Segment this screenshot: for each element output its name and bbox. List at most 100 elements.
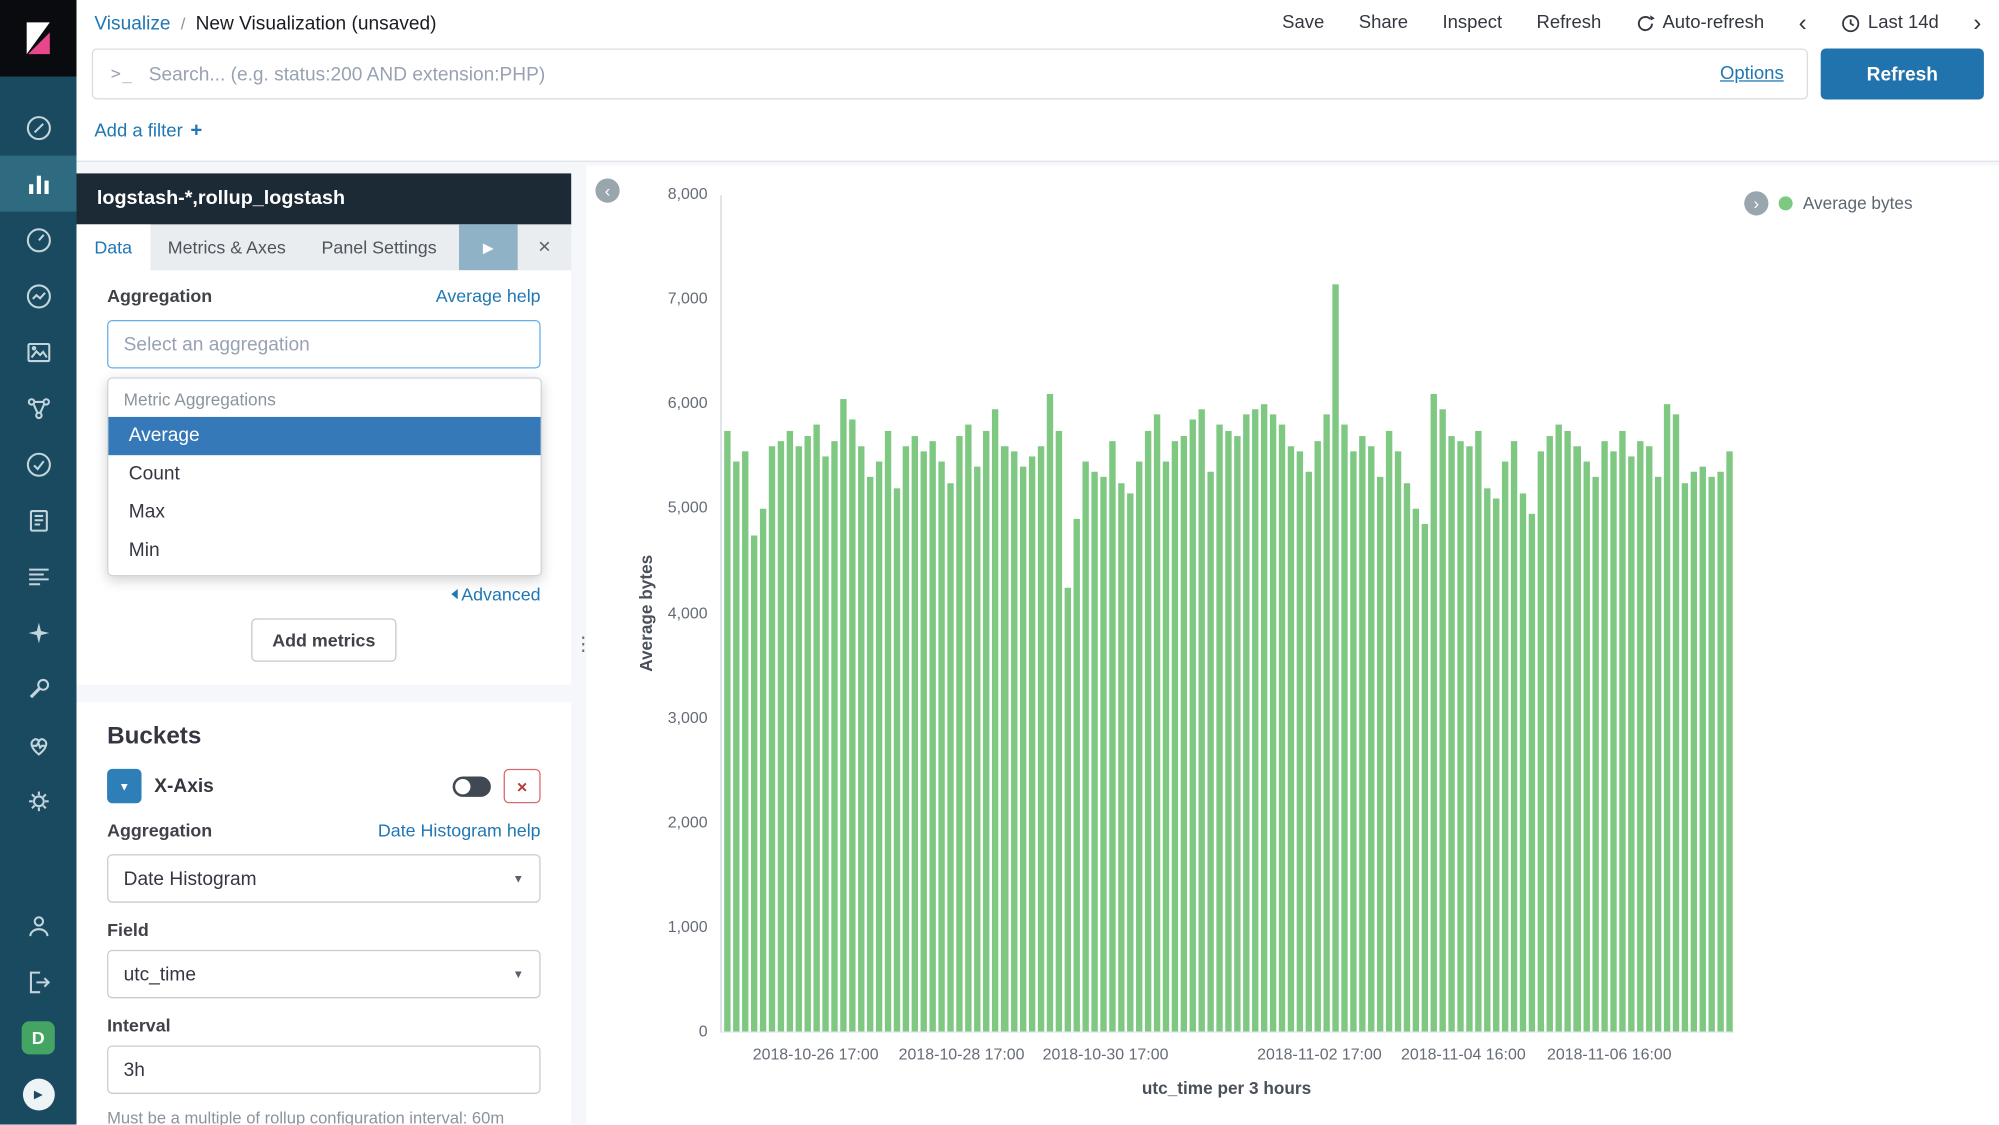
bar[interactable] [796,446,802,1031]
interval-input[interactable] [107,1046,540,1094]
bar[interactable] [1422,524,1428,1031]
bar[interactable] [1717,472,1723,1031]
bar[interactable] [1037,446,1043,1031]
bar[interactable] [1520,493,1526,1031]
bar[interactable] [1154,415,1160,1032]
breadcrumb-visualize-link[interactable]: Visualize [94,12,170,34]
tab-data[interactable]: Data [77,224,150,270]
sidebar-item-dev-tools[interactable] [0,660,77,716]
bar[interactable] [1592,477,1598,1031]
bar[interactable] [1171,441,1177,1032]
save-button[interactable]: Save [1282,13,1324,33]
bar[interactable] [1601,441,1607,1032]
bar[interactable] [1565,430,1571,1031]
kibana-logo[interactable] [0,0,77,77]
collapse-legend-button[interactable]: › [1744,191,1768,215]
refresh-query-button[interactable]: Refresh [1821,48,1984,99]
bar[interactable] [1485,488,1491,1032]
bar[interactable] [867,477,873,1031]
bar[interactable] [724,430,730,1031]
remove-bucket-button[interactable]: × [504,769,541,803]
bar[interactable] [876,462,882,1032]
sidebar-item-collapse-nav[interactable]: ▶ [0,1066,77,1122]
bar[interactable] [975,467,981,1032]
inspect-button[interactable]: Inspect [1443,13,1503,33]
bar[interactable] [1216,425,1222,1031]
bar[interactable] [1315,441,1321,1032]
bar[interactable] [1458,441,1464,1032]
bar[interactable] [1628,456,1634,1031]
sidebar-item-user[interactable] [0,898,77,954]
bar[interactable] [1708,477,1714,1031]
sidebar-item-infrastructure[interactable] [0,492,77,548]
bar[interactable] [1511,441,1517,1032]
bar[interactable] [921,451,927,1031]
bar[interactable] [840,399,846,1032]
bar[interactable] [858,446,864,1031]
add-metrics-button[interactable]: Add metrics [251,618,398,661]
bar[interactable] [751,535,757,1032]
bar[interactable] [1234,436,1240,1032]
bar[interactable] [1663,404,1669,1031]
bar[interactable] [1180,436,1186,1032]
sidebar-item-apm[interactable] [0,604,77,660]
dropdown-option-min[interactable]: Min [108,532,540,570]
bar[interactable] [787,430,793,1031]
bar[interactable] [814,425,820,1031]
sidebar-item-logs[interactable] [0,548,77,604]
bar[interactable] [1207,472,1213,1031]
bar[interactable] [1341,425,1347,1031]
sidebar-item-canvas[interactable] [0,324,77,380]
bar[interactable] [1225,430,1231,1031]
bar[interactable] [1091,472,1097,1031]
bar[interactable] [1118,483,1124,1032]
sidebar-item-logout[interactable] [0,954,77,1010]
add-filter-link[interactable]: Add a filter [94,121,182,141]
bar[interactable] [769,446,775,1031]
bar[interactable] [1082,462,1088,1032]
bar[interactable] [1431,394,1437,1032]
average-help-link[interactable]: Average help [436,286,541,306]
bar[interactable] [984,430,990,1031]
bucket-collapse-button[interactable]: ▼ [107,769,141,803]
query-options-link[interactable]: Options [1720,64,1784,84]
bar[interactable] [1010,451,1016,1031]
bar[interactable] [1690,472,1696,1031]
bar[interactable] [1019,467,1025,1032]
bar[interactable] [1386,430,1392,1031]
bar[interactable] [993,409,999,1031]
bucket-aggregation-select[interactable]: Date Histogram ▼ [107,854,540,902]
bar[interactable] [1646,446,1652,1031]
bar[interactable] [1529,514,1535,1032]
bar[interactable] [1449,436,1455,1032]
bar[interactable] [1001,446,1007,1031]
bar[interactable] [912,436,918,1032]
dropdown-option-count[interactable]: Count [108,455,540,493]
sidebar-item-monitoring[interactable] [0,717,77,773]
bar[interactable] [1654,477,1660,1031]
bar[interactable] [1681,483,1687,1032]
bar[interactable] [1377,477,1383,1031]
bar[interactable] [957,436,963,1032]
sidebar-item-space[interactable]: D [0,1010,77,1066]
bar[interactable] [903,446,909,1031]
bar[interactable] [1493,498,1499,1031]
bar[interactable] [1556,425,1562,1031]
date-histogram-help-link[interactable]: Date Histogram help [378,820,541,840]
bar[interactable] [1198,409,1204,1031]
bar[interactable] [805,436,811,1032]
time-forward-button[interactable]: › [1973,11,1981,35]
bar[interactable] [1583,462,1589,1032]
bar[interactable] [1046,394,1052,1032]
bar[interactable] [894,488,900,1032]
tab-panel-settings[interactable]: Panel Settings [304,224,455,270]
bar[interactable] [823,456,829,1031]
bar[interactable] [885,430,891,1031]
bar[interactable] [1699,467,1705,1032]
bar[interactable] [778,441,784,1032]
bar[interactable] [1279,425,1285,1031]
bar[interactable] [1136,462,1142,1032]
time-range-button[interactable]: Last 14d [1841,13,1939,33]
dropdown-option-max[interactable]: Max [108,493,540,531]
bar[interactable] [1359,436,1365,1032]
